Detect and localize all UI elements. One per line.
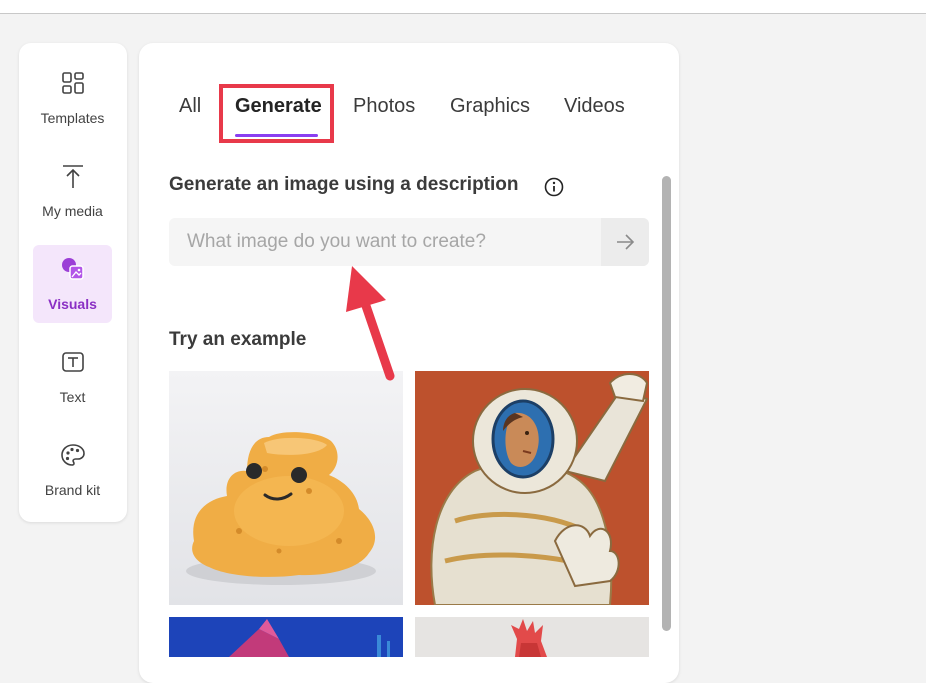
- nav-item-my-media[interactable]: My media: [33, 152, 112, 230]
- nav-label-brand-kit: Brand kit: [44, 482, 101, 498]
- prompt-box: [169, 218, 649, 266]
- example-thumbnail-astronaut[interactable]: [415, 371, 649, 605]
- arrow-right-icon: [617, 234, 635, 250]
- templates-icon: [62, 72, 84, 94]
- generate-send-button[interactable]: [601, 218, 649, 266]
- nav-label-text: Text: [59, 389, 86, 405]
- generate-title: Generate an image using a description: [169, 174, 519, 195]
- text-icon: [62, 352, 84, 372]
- tab-generate[interactable]: Generate: [235, 95, 322, 118]
- panel-scrollbar[interactable]: [662, 176, 671, 676]
- nav-label-visuals: Visuals: [48, 296, 97, 312]
- tab-photos[interactable]: Photos: [353, 95, 415, 118]
- palette-icon: [61, 444, 85, 466]
- example-thumbnail-origami[interactable]: [169, 617, 403, 657]
- window-top-bar: [0, 0, 926, 14]
- info-icon[interactable]: [543, 176, 565, 198]
- visuals-icon: [62, 258, 84, 280]
- tab-videos[interactable]: Videos: [564, 95, 625, 118]
- sponge-creature-image: [169, 371, 403, 605]
- prompt-input[interactable]: [169, 218, 601, 266]
- nav-item-text[interactable]: Text: [33, 338, 112, 416]
- red-hand-sculpture-image: [415, 617, 649, 657]
- nav-item-templates[interactable]: Templates: [33, 59, 112, 137]
- astronaut-painting-image: [415, 371, 649, 605]
- examples-title: Try an example: [169, 329, 307, 350]
- nav-item-visuals[interactable]: Visuals: [33, 245, 112, 323]
- upload-icon: [63, 165, 83, 188]
- nav-label-my-media: My media: [42, 203, 103, 219]
- blue-origami-image: [169, 617, 403, 657]
- example-thumbnail-sponge[interactable]: [169, 371, 403, 605]
- active-tab-indicator: [235, 134, 318, 137]
- side-nav: Templates My media Visuals Text Brand ki…: [19, 43, 127, 522]
- nav-item-brand-kit[interactable]: Brand kit: [33, 431, 112, 509]
- visuals-panel: All Generate Photos Graphics Videos Gene…: [139, 43, 679, 683]
- example-thumbnail-hand[interactable]: [415, 617, 649, 657]
- tab-graphics[interactable]: Graphics: [450, 95, 530, 118]
- tab-all[interactable]: All: [179, 95, 201, 118]
- nav-label-templates: Templates: [40, 110, 105, 126]
- scrollbar-thumb[interactable]: [662, 176, 671, 631]
